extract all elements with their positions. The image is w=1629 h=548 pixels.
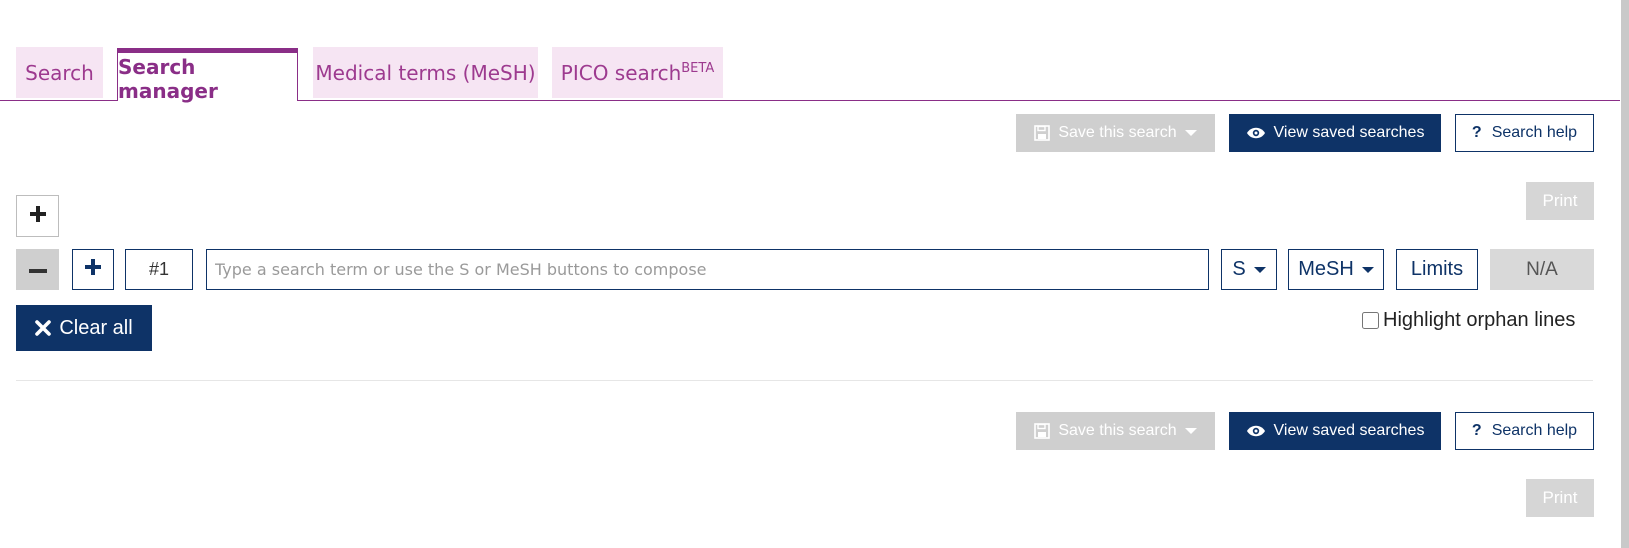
search-help-button[interactable]: ? Search help [1455, 114, 1594, 152]
chevron-down-icon [1253, 266, 1266, 273]
clear-all-label: Clear all [59, 316, 133, 339]
search-help-label: Search help [1491, 124, 1578, 141]
question-icon: ? [1471, 422, 1482, 439]
mesh-label: MeSH [1298, 258, 1354, 280]
view-saved-searches-label: View saved searches [1273, 422, 1425, 439]
view-saved-searches-button[interactable]: View saved searches [1229, 114, 1441, 152]
eye-icon [1246, 424, 1266, 438]
minus-icon [28, 261, 48, 279]
save-search-button[interactable]: Save this search [1016, 114, 1215, 152]
print-label: Print [1542, 488, 1578, 507]
line-number-text: #1 [148, 259, 170, 279]
remove-line-button[interactable] [16, 249, 59, 290]
scrollbar[interactable] [1621, 0, 1629, 548]
print-button[interactable]: Print [1526, 182, 1594, 220]
tab-pico-search[interactable]: PICO search BETA [552, 47, 723, 98]
add-line-top-button[interactable] [16, 195, 59, 237]
question-icon: ? [1471, 124, 1482, 141]
save-search-button-bottom[interactable]: Save this search [1016, 412, 1215, 450]
beta-badge: BETA [681, 61, 715, 76]
divider [16, 380, 1593, 381]
search-help-button-bottom[interactable]: ? Search help [1455, 412, 1594, 450]
floppy-disk-icon [1034, 125, 1051, 141]
tab-label: Search manager [118, 55, 218, 103]
chevron-down-icon [1361, 266, 1374, 273]
eye-icon [1246, 126, 1266, 140]
tab-medical-terms[interactable]: Medical terms (MeSH) [313, 47, 538, 98]
tab-search[interactable]: Search [16, 47, 103, 98]
search-term-input[interactable] [206, 249, 1209, 290]
tab-label: PICO search [560, 60, 682, 85]
view-saved-searches-label: View saved searches [1273, 124, 1425, 141]
s-label: S [1232, 258, 1246, 280]
s-builder-button[interactable]: S [1221, 249, 1277, 290]
search-help-label: Search help [1491, 422, 1578, 439]
result-count: N/A [1490, 249, 1594, 290]
plus-icon [84, 258, 102, 281]
save-search-label: Save this search [1058, 124, 1177, 141]
print-button-bottom[interactable]: Print [1526, 479, 1594, 517]
chevron-down-icon [1184, 130, 1197, 136]
highlight-orphan-checkbox[interactable] [1362, 311, 1379, 329]
limits-label: Limits [1410, 258, 1464, 280]
plus-icon [29, 205, 47, 228]
print-label: Print [1542, 191, 1578, 210]
line-number: #1 [125, 249, 193, 290]
limits-button[interactable]: Limits [1396, 249, 1478, 290]
highlight-orphan-label: Highlight orphan lines [1383, 308, 1576, 331]
add-line-button[interactable] [72, 249, 114, 290]
chevron-down-icon [1184, 428, 1197, 434]
highlight-orphan-toggle[interactable]: Highlight orphan lines [1362, 307, 1575, 333]
close-icon [35, 320, 52, 336]
view-saved-searches-button-bottom[interactable]: View saved searches [1229, 412, 1441, 450]
tab-search-manager[interactable]: Search manager [117, 48, 298, 103]
tab-label: Medical terms (MeSH) [315, 60, 536, 85]
clear-all-button[interactable]: Clear all [16, 305, 152, 351]
mesh-button[interactable]: MeSH [1288, 249, 1384, 290]
tab-label: Search [25, 60, 94, 85]
tab-bar: Search Search manager Medical terms (MeS… [0, 46, 1620, 103]
save-search-label: Save this search [1058, 422, 1177, 439]
floppy-disk-icon [1034, 423, 1051, 439]
result-count-text: N/A [1526, 258, 1558, 280]
